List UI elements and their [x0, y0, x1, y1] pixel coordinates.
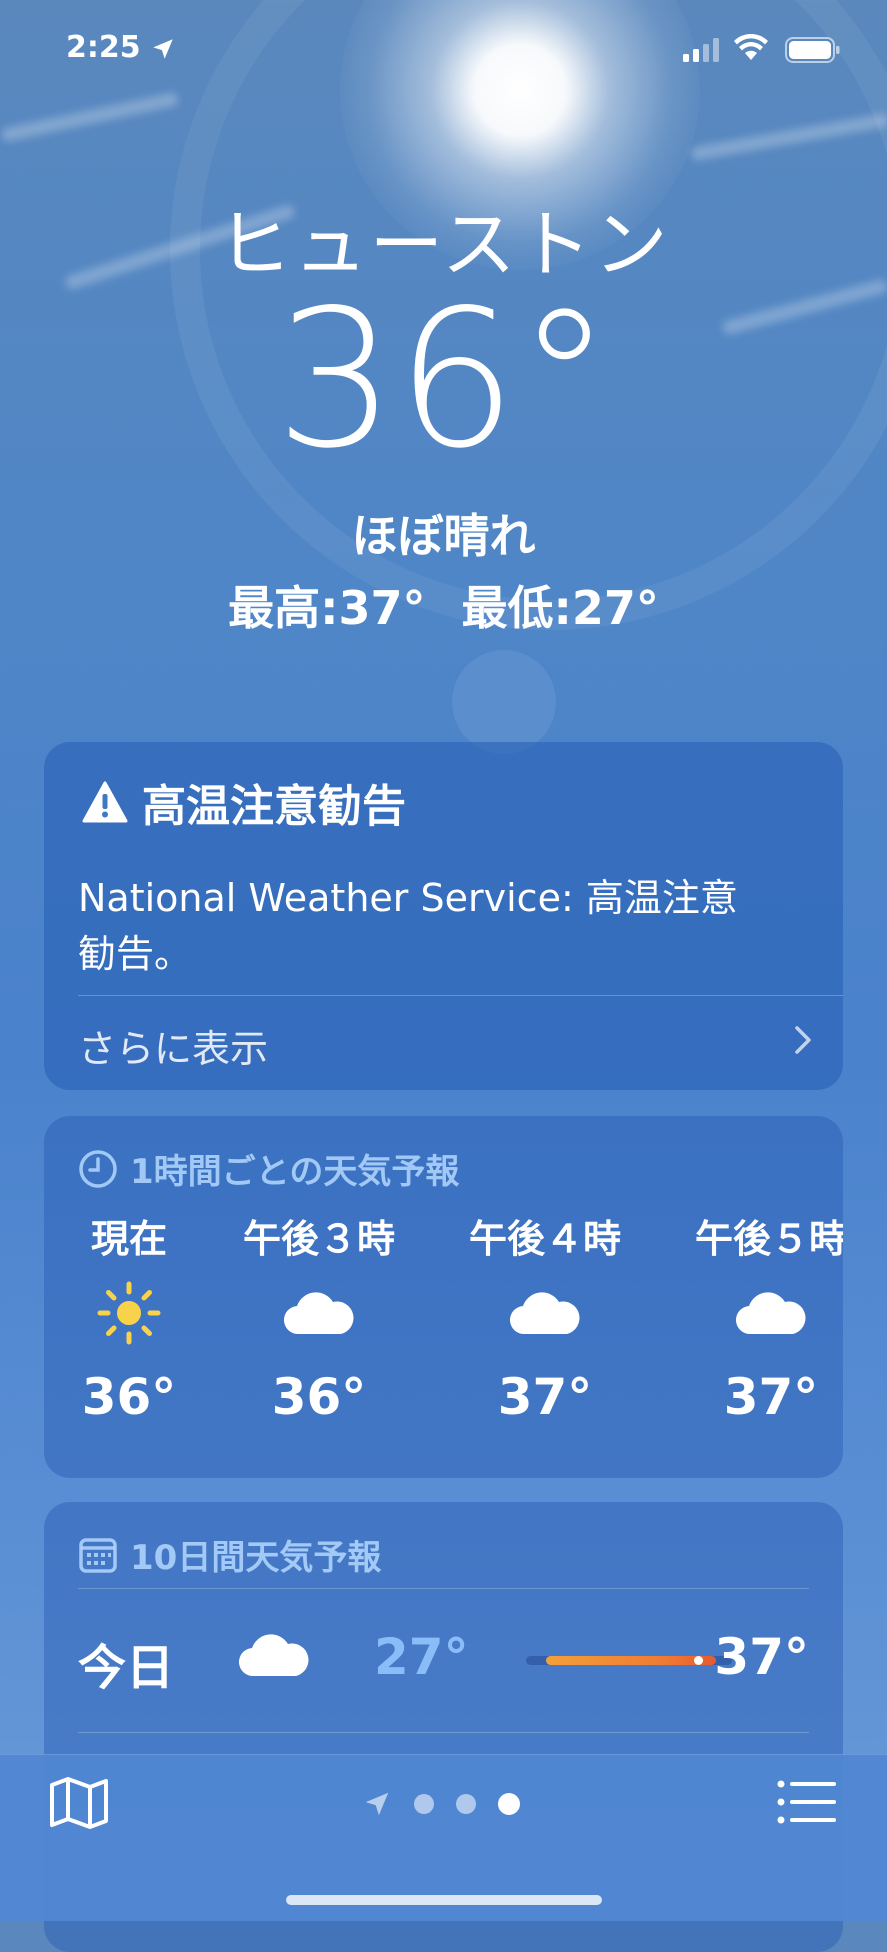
cloud-icon: [509, 1292, 580, 1335]
weather-alert-card[interactable]: 高温注意勧告 National Weather Service: 高温注意勧告。…: [44, 742, 843, 1090]
status-bar: 2:25: [0, 30, 887, 70]
current-temperature-dot: [694, 1656, 703, 1665]
cloud-streak: [0, 91, 180, 143]
day-name: 今日: [78, 1640, 175, 1696]
hour-item: 午後５時 37°: [676, 1208, 843, 1426]
hour-label: 現在: [90, 1217, 167, 1261]
daily-header: 10日間天気予報: [78, 1530, 381, 1579]
chevron-right-icon[interactable]: [793, 1024, 813, 1056]
show-more-link[interactable]: さらに表示: [78, 1018, 268, 1073]
high-low-temperatures: 最高:37° 最低:27°: [0, 572, 887, 638]
page-indicator[interactable]: [362, 1789, 520, 1819]
day-high-temperature: 37°: [714, 1628, 809, 1686]
daily-title: 10日間天気予報: [130, 1538, 382, 1578]
hourly-scroll[interactable]: 現在 36° 午後３時 36° 午後４時 37° 午後５時 37°: [44, 1208, 843, 1468]
status-time: 2:25: [66, 30, 141, 65]
hourly-title: 1時間ごとの天気予報: [130, 1152, 460, 1192]
sun-icon: [97, 1281, 161, 1345]
warning-icon: [82, 781, 128, 823]
hour-temperature: 37°: [497, 1368, 593, 1426]
current-temperature: 36°: [275, 269, 612, 490]
lens-flare: [452, 650, 556, 754]
home-indicator: [286, 1895, 602, 1905]
bottom-toolbar: [0, 1754, 887, 1921]
divider: [78, 1732, 809, 1733]
cellular-signal-icon: [683, 38, 719, 62]
day-low-temperature: 27°: [374, 1628, 469, 1686]
battery-icon: [785, 37, 840, 63]
low-temperature: 最低:27°: [461, 581, 659, 635]
hour-item: 午後４時 37°: [450, 1208, 640, 1426]
alert-title: 高温注意勧告: [142, 781, 406, 832]
alert-header: 高温注意勧告: [82, 770, 406, 834]
location-arrow-icon: [153, 39, 173, 59]
temperature-range-fill: [546, 1656, 716, 1665]
cloud-icon: [238, 1634, 309, 1677]
divider: [78, 1588, 809, 1589]
location-arrow-icon: [365, 1792, 389, 1816]
hour-item: 午後３時 36°: [224, 1208, 414, 1426]
page-dot[interactable]: [414, 1794, 434, 1814]
page-dot[interactable]: [456, 1794, 476, 1814]
hour-label: 午後４時: [468, 1217, 621, 1261]
daily-row[interactable]: 今日 27° 37°: [78, 1602, 809, 1712]
calendar-icon: [79, 1537, 117, 1573]
hour-temperature: 36°: [81, 1368, 177, 1426]
map-icon[interactable]: [48, 1775, 110, 1831]
alert-description: National Weather Service: 高温注意勧告。: [78, 876, 738, 976]
hour-label: 午後３時: [242, 1217, 395, 1261]
hour-temperature: 36°: [271, 1368, 367, 1426]
cloud-icon: [283, 1292, 354, 1335]
divider: [78, 995, 843, 996]
wifi-icon: [734, 34, 768, 60]
hour-item: 現在 36°: [44, 1208, 214, 1426]
weather-condition: ほぼ晴れ: [351, 509, 536, 563]
clock-icon: [79, 1149, 117, 1188]
hourly-header: 1時間ごとの天気予報: [78, 1144, 459, 1193]
list-icon[interactable]: [776, 1779, 838, 1825]
high-temperature: 最高:37°: [228, 581, 426, 635]
cloud-streak: [690, 112, 887, 162]
temperature-range-bar: [526, 1656, 732, 1665]
hour-temperature: 37°: [723, 1368, 819, 1426]
cloud-icon: [735, 1292, 806, 1335]
hourly-forecast-card[interactable]: 1時間ごとの天気予報 現在 36° 午後３時 36° 午後４時 37° 午後５時…: [44, 1116, 843, 1478]
hour-label: 午後５時: [694, 1217, 843, 1261]
page-dot-active[interactable]: [498, 1793, 520, 1815]
